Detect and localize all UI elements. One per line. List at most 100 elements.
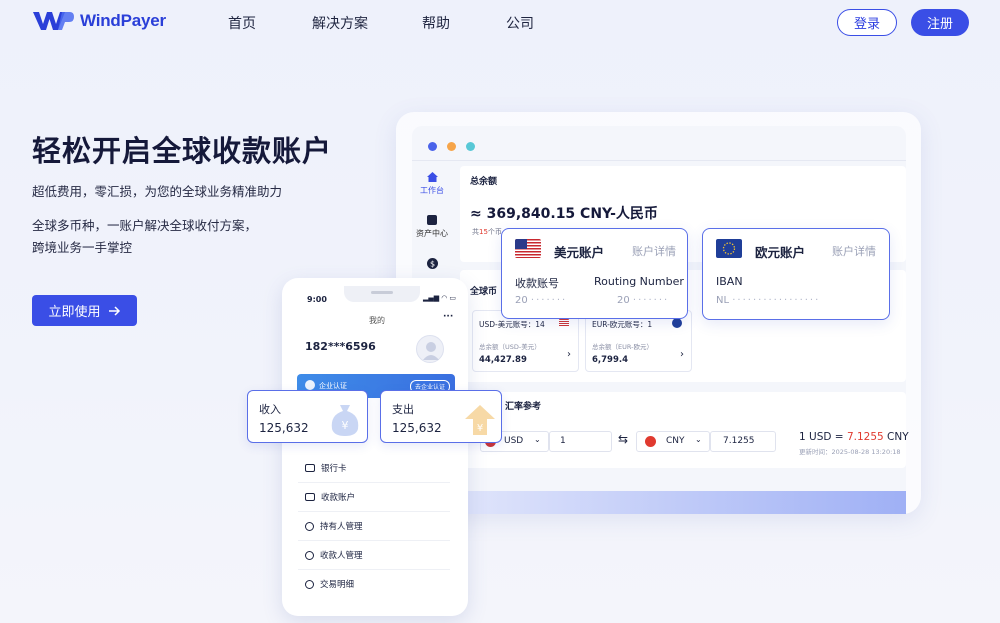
people-icon [305,550,314,560]
usd-account-amount: 44,427.89 [479,355,527,365]
menu-label-transactions: 交易明细 [320,580,355,590]
fx-rate-value: 7.1255 [846,431,884,443]
fx-rate-prefix: 1 USD = [799,431,847,443]
balance-title: 总余额 [470,177,498,187]
money-bag-icon: ¥ [331,405,359,436]
eur-popup-title: 欧元账户 [755,245,806,260]
menu-item-transactions[interactable]: 交易明细 [305,578,354,590]
usd-account-details-link[interactable]: 账户详情 [632,243,676,259]
menu-item-holder-management[interactable]: 持有人管理 [305,520,363,532]
eur-iban-label: IBAN [716,275,743,288]
more-icon[interactable]: ··· [443,312,453,322]
income-card[interactable]: 收入 125,632 ¥ [247,390,368,443]
usd-routing-value: 20 [617,295,630,306]
income-value: 125,632 [259,421,309,435]
wallet-icon [427,215,437,225]
eur-iban: NL ················· [716,295,820,306]
balance-note-prefix: 共 [472,228,479,236]
usd-account-title: USD-美元账号：14 [479,320,545,329]
balance-value: ≈ 369,840.15 CNY-人民币 [470,206,658,222]
usd-account-number-label: 收款账号 [515,277,559,290]
sidebar-item-workbench[interactable]: 工作台 [412,172,452,196]
nav-company[interactable]: 公司 [506,13,534,33]
sidebar-label-workbench: 工作台 [420,186,444,195]
usd-routing-label: Routing Number [594,275,684,288]
brand-logo[interactable]: WindPayer [32,10,166,32]
dollar-icon: $ [426,258,438,269]
register-button[interactable]: 注册 [911,9,969,36]
eur-account-details-link[interactable]: 账户详情 [832,243,876,259]
menu-label-payee-management: 收款人管理 [320,551,363,561]
to-currency-select[interactable]: CNY ⌄ [636,431,710,452]
chevron-right-icon[interactable]: › [567,349,571,360]
us-flag-icon [515,239,541,258]
phone-notch [344,286,420,302]
hero-title: 轻松开启全球收款账户 [32,134,333,168]
avatar[interactable] [416,335,444,363]
from-amount-value: 1 [560,436,566,446]
chevron-down-icon: ⌄ [534,435,541,444]
nav-home[interactable]: 首页 [228,13,256,33]
usd-account-sub: 总余额（USD-美元） [479,343,541,351]
divider [298,482,450,483]
start-now-label: 立即使用 [48,305,101,320]
eur-account-popup[interactable]: 欧元账户 账户详情 IBAN NL ················· [702,228,890,320]
sidebar-item-dollar[interactable]: $ [412,258,452,269]
phone-time: 9:00 [307,295,327,304]
window-divider [412,160,906,161]
sidebar-item-assets[interactable]: 资产中心 [412,215,452,239]
menu-item-receiving-account[interactable]: 收款账户 [305,491,355,503]
us-flag-icon [559,319,569,327]
home-icon [426,172,438,182]
to-amount-value: 7.1255 [723,436,755,446]
window-dot-blue [428,142,437,151]
divider [298,569,450,570]
chevron-right-icon[interactable]: › [680,349,684,360]
divider [298,511,450,512]
start-now-button[interactable]: 立即使用 [32,295,137,326]
divider [298,540,450,541]
expense-card[interactable]: 支出 125,632 ¥ [380,390,502,443]
svg-text:¥: ¥ [342,419,349,432]
from-amount-input[interactable]: 1 [549,431,612,452]
arrow-right-icon [108,305,120,316]
usd-account-popup[interactable]: 美元账户 账户详情 收款账号 Routing Number 20 ·······… [501,228,688,319]
window-dot-orange [447,142,456,151]
bank-card-icon [305,464,315,472]
menu-item-payee-management[interactable]: 收款人管理 [305,549,363,561]
folder-icon [305,493,315,501]
phone-username: 182***6596 [305,340,376,353]
swap-icon[interactable]: ⇆ [618,432,628,446]
clock-icon [305,579,314,589]
cn-flag-icon [645,436,656,447]
hero-description-line2: 跨境业务一手掌控 [32,240,133,255]
nav-solutions[interactable]: 解决方案 [312,13,368,33]
balance-note-count: 15 [479,228,488,236]
balance-note-suffix: 个币 [487,228,502,236]
chevron-down-icon: ⌄ [695,435,702,444]
windpayer-logo-icon [33,12,74,30]
login-button[interactable]: 登录 [837,9,897,36]
phone-status-icons: ▂▄▆ ◠ ▭ [423,294,457,302]
eur-account-card[interactable]: EUR-欧元账号：1 总余额（EUR-欧元） 6,799.4 › [585,310,692,372]
usd-account-number-value: 20 [515,295,528,306]
income-label: 收入 [259,403,281,416]
usd-account-number: 20 ······· [515,295,567,306]
eu-flag-icon [672,318,682,328]
hero-subtitle: 超低费用，零汇损，为您的全球业务精准助力 [32,184,283,199]
eur-account-sub: 总余额（EUR-欧元） [592,343,653,351]
coin-arrow-up-icon: ¥ [465,405,495,435]
hero-description-line1: 全球多币种，一账户解决全球收付方案， [32,218,258,233]
usd-routing-number: 20 ······· [617,295,669,306]
fx-rate: 1 USD = 7.1255 CNY [799,431,909,443]
expense-label: 支出 [392,403,414,416]
menu-item-bank-card[interactable]: 银行卡 [305,462,347,474]
to-amount-input[interactable]: 7.1255 [710,431,776,452]
menu-label-holder-management: 持有人管理 [320,522,363,532]
eu-flag-icon [716,239,742,258]
sidebar-label-assets: 资产中心 [416,229,448,238]
nav-help[interactable]: 帮助 [422,13,450,33]
dashboard-gradient-bar [468,491,906,514]
usd-account-card[interactable]: USD-美元账号：14 总余额（USD-美元） 44,427.89 › [472,310,579,372]
from-currency-label: USD [504,436,524,446]
